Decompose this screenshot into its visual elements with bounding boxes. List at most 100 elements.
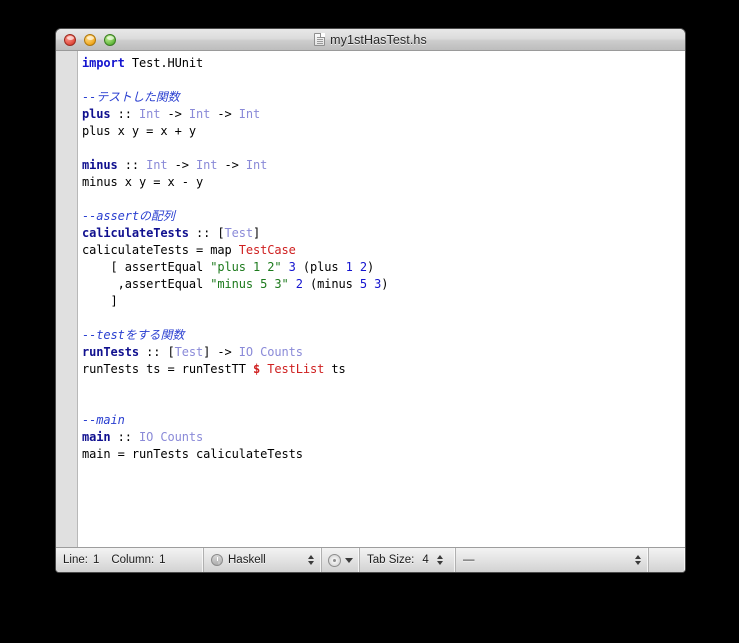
code-token: minus: [82, 158, 118, 172]
code-line: --main: [82, 413, 125, 427]
window-title-area: my1stHasTest.hs: [56, 33, 685, 47]
code-token: "minus 5 3": [210, 277, 289, 291]
code-token: :: [: [188, 226, 225, 240]
code-line: import Test.HUnit: [82, 56, 203, 70]
code-token: ): [367, 260, 375, 274]
code-token: TestList: [267, 362, 325, 376]
line-value: 1: [92, 554, 100, 566]
code-token: (plus: [295, 260, 346, 274]
code-token: --テストした関数: [82, 90, 180, 104]
code-token: 2: [295, 277, 303, 291]
code-token: --testをする関数: [82, 328, 185, 342]
code-line: --testをする関数: [82, 328, 184, 342]
code-token: ::: [110, 107, 139, 121]
code-token: plus x y = x + y: [82, 124, 196, 138]
encoding-selector[interactable]: —: [456, 548, 649, 572]
code-line: minus :: Int -> Int -> Int: [82, 158, 267, 172]
language-value: Haskell: [228, 554, 266, 566]
code-token: runTests: [82, 345, 139, 359]
code-line: --テストした関数: [82, 90, 180, 104]
code-token: main = runTests caliculateTests: [82, 447, 303, 461]
code-line: [ assertEqual "plus 1 2" 3 (plus 1 2): [82, 260, 375, 274]
code-line: caliculateTests = map TestCase: [82, 243, 296, 257]
code-token: Int: [188, 107, 211, 121]
code-token: ->: [167, 158, 196, 172]
code-token: ]: [110, 294, 118, 308]
column-value: 1: [159, 554, 166, 566]
code-token: Test.HUnit: [124, 56, 204, 70]
tab-size-stepper-icon[interactable]: [436, 555, 443, 565]
code-token: Test: [224, 226, 254, 240]
code-line: main :: IO Counts: [82, 430, 203, 444]
code-token: ->: [210, 107, 239, 121]
column-label: Column:: [111, 554, 155, 566]
tab-size-label: Tab Size:: [367, 554, 415, 566]
code-line: plus :: Int -> Int -> Int: [82, 107, 260, 121]
code-token: --assertの配列: [82, 209, 175, 223]
code-token: plus: [82, 107, 111, 121]
code-token: Int: [245, 158, 268, 172]
code-token: ->: [160, 107, 189, 121]
code-token: ,assertEqual: [117, 277, 211, 291]
minimize-button[interactable]: [84, 33, 96, 46]
chevron-down-icon: [345, 557, 353, 563]
status-bar-filler: [649, 548, 685, 572]
code-token: caliculateTests = map: [82, 243, 239, 257]
window-controls: [64, 33, 116, 46]
code-line: ,assertEqual "minus 5 3" 2 (minus 5 3): [82, 277, 389, 291]
code-token: [ assertEqual: [110, 260, 211, 274]
code-token: ): [381, 277, 389, 291]
editor-gutter: [56, 51, 78, 547]
code-token: 1: [345, 260, 353, 274]
code-line: runTests ts = runTestTT $ TestList ts: [82, 362, 346, 376]
code-token: runTests ts = runTestTT: [82, 362, 253, 376]
code-token: ]: [253, 226, 261, 240]
source-code[interactable]: import Test.HUnit --テストした関数 plus :: Int …: [82, 55, 685, 463]
encoding-value: —: [463, 554, 475, 566]
code-line: main = runTests caliculateTests: [82, 447, 303, 461]
code-token: ] ->: [203, 345, 239, 359]
document-icon: [314, 33, 326, 46]
cursor-position-display: Line: 1 Column: 1: [56, 548, 204, 572]
code-text-area[interactable]: import Test.HUnit --テストした関数 plus :: Int …: [78, 51, 685, 547]
window-title: my1stHasTest.hs: [330, 32, 427, 47]
status-bar: Line: 1 Column: 1 Haskell Tab Size: 4 —: [56, 547, 685, 572]
code-token: minus x y = x - y: [82, 175, 204, 189]
code-token: --main: [82, 413, 125, 427]
code-token: (minus: [302, 277, 360, 291]
code-token: main: [82, 430, 111, 444]
zoom-button[interactable]: [104, 33, 116, 46]
code-line: plus x y = x + y: [82, 124, 196, 138]
code-token: IO: [238, 345, 253, 359]
language-icon: [211, 554, 223, 566]
code-token: Int: [146, 158, 168, 172]
code-line: caliculateTests :: [Test]: [82, 226, 260, 240]
code-token: Int: [196, 158, 218, 172]
code-token: TestCase: [238, 243, 296, 257]
tab-size-selector[interactable]: Tab Size: 4: [360, 548, 456, 572]
code-token: Test: [174, 345, 204, 359]
editor-window: my1stHasTest.hs import Test.HUnit --テストし…: [55, 28, 686, 573]
code-token: 5: [359, 277, 367, 291]
window-titlebar[interactable]: my1stHasTest.hs: [56, 29, 685, 51]
code-editor[interactable]: import Test.HUnit --テストした関数 plus :: Int …: [56, 51, 685, 547]
tab-size-value: 4: [422, 554, 429, 566]
code-token: Int: [139, 107, 161, 121]
code-line: --assertの配列: [82, 209, 175, 223]
code-line: runTests :: [Test] -> IO Counts: [82, 345, 303, 359]
code-token: ts: [324, 362, 346, 376]
language-stepper-icon[interactable]: [308, 555, 314, 565]
code-token: "plus 1 2": [210, 260, 282, 274]
code-token: Counts: [260, 345, 303, 359]
code-line: minus x y = x - y: [82, 175, 203, 189]
encoding-stepper-icon[interactable]: [635, 555, 641, 565]
language-selector[interactable]: Haskell: [204, 548, 322, 572]
close-button[interactable]: [64, 33, 76, 46]
settings-menu-button[interactable]: [322, 548, 360, 572]
code-token: caliculateTests: [82, 226, 189, 240]
code-token: :: [: [139, 345, 175, 359]
line-label: Line:: [63, 554, 88, 566]
